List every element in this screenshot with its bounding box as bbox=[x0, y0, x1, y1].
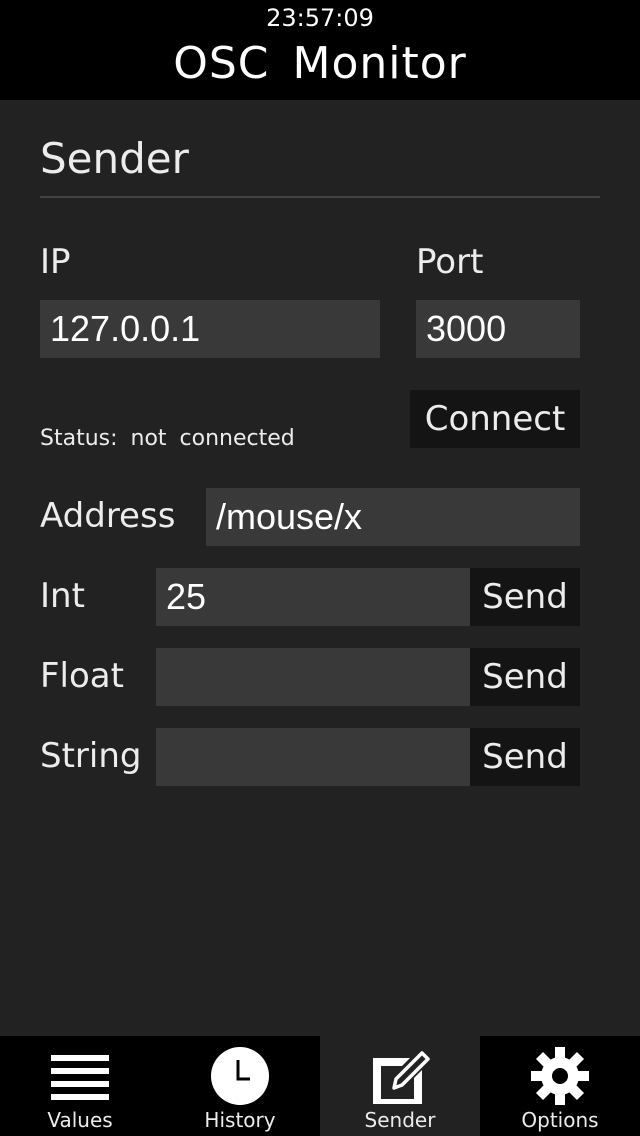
send-string-button[interactable]: Send bbox=[470, 728, 580, 786]
address-label: Address bbox=[40, 496, 176, 536]
send-float-button[interactable]: Send bbox=[470, 648, 580, 706]
app-title: OSC Monitor bbox=[173, 38, 467, 89]
tab-values-label: Values bbox=[47, 1108, 113, 1132]
tab-sender-label: Sender bbox=[364, 1108, 436, 1132]
ip-field[interactable]: 127.0.0.1 bbox=[40, 300, 380, 358]
string-label: String bbox=[40, 736, 142, 776]
float-field[interactable] bbox=[156, 648, 470, 706]
list-icon bbox=[51, 1055, 109, 1100]
section-divider bbox=[40, 196, 600, 198]
send-int-button[interactable]: Send bbox=[470, 568, 580, 626]
float-label: Float bbox=[40, 656, 124, 696]
int-field[interactable]: 25 bbox=[156, 568, 470, 626]
clock-icon bbox=[211, 1047, 269, 1105]
port-label: Port bbox=[416, 242, 484, 282]
tab-bar: Values History Sender Options bbox=[0, 1036, 640, 1136]
int-label: Int bbox=[40, 576, 85, 616]
tab-history-label: History bbox=[204, 1108, 276, 1132]
status-clock: 23:57:09 bbox=[266, 4, 374, 32]
tab-history[interactable]: History bbox=[160, 1036, 320, 1136]
tab-options[interactable]: Options bbox=[480, 1036, 640, 1136]
section-title: Sender bbox=[40, 134, 189, 183]
connection-status: Status: not connected bbox=[40, 426, 295, 451]
gear-icon bbox=[531, 1047, 589, 1105]
tab-values[interactable]: Values bbox=[0, 1036, 160, 1136]
ip-label: IP bbox=[40, 242, 71, 282]
address-field[interactable]: /mouse/x bbox=[206, 488, 580, 546]
tab-sender[interactable]: Sender bbox=[320, 1036, 480, 1136]
top-bar: 23:57:09 OSC Monitor bbox=[0, 0, 640, 100]
string-field[interactable] bbox=[156, 728, 470, 786]
connect-button[interactable]: Connect bbox=[410, 390, 580, 448]
edit-icon bbox=[373, 1051, 430, 1104]
port-field[interactable]: 3000 bbox=[416, 300, 580, 358]
tab-options-label: Options bbox=[521, 1108, 599, 1132]
